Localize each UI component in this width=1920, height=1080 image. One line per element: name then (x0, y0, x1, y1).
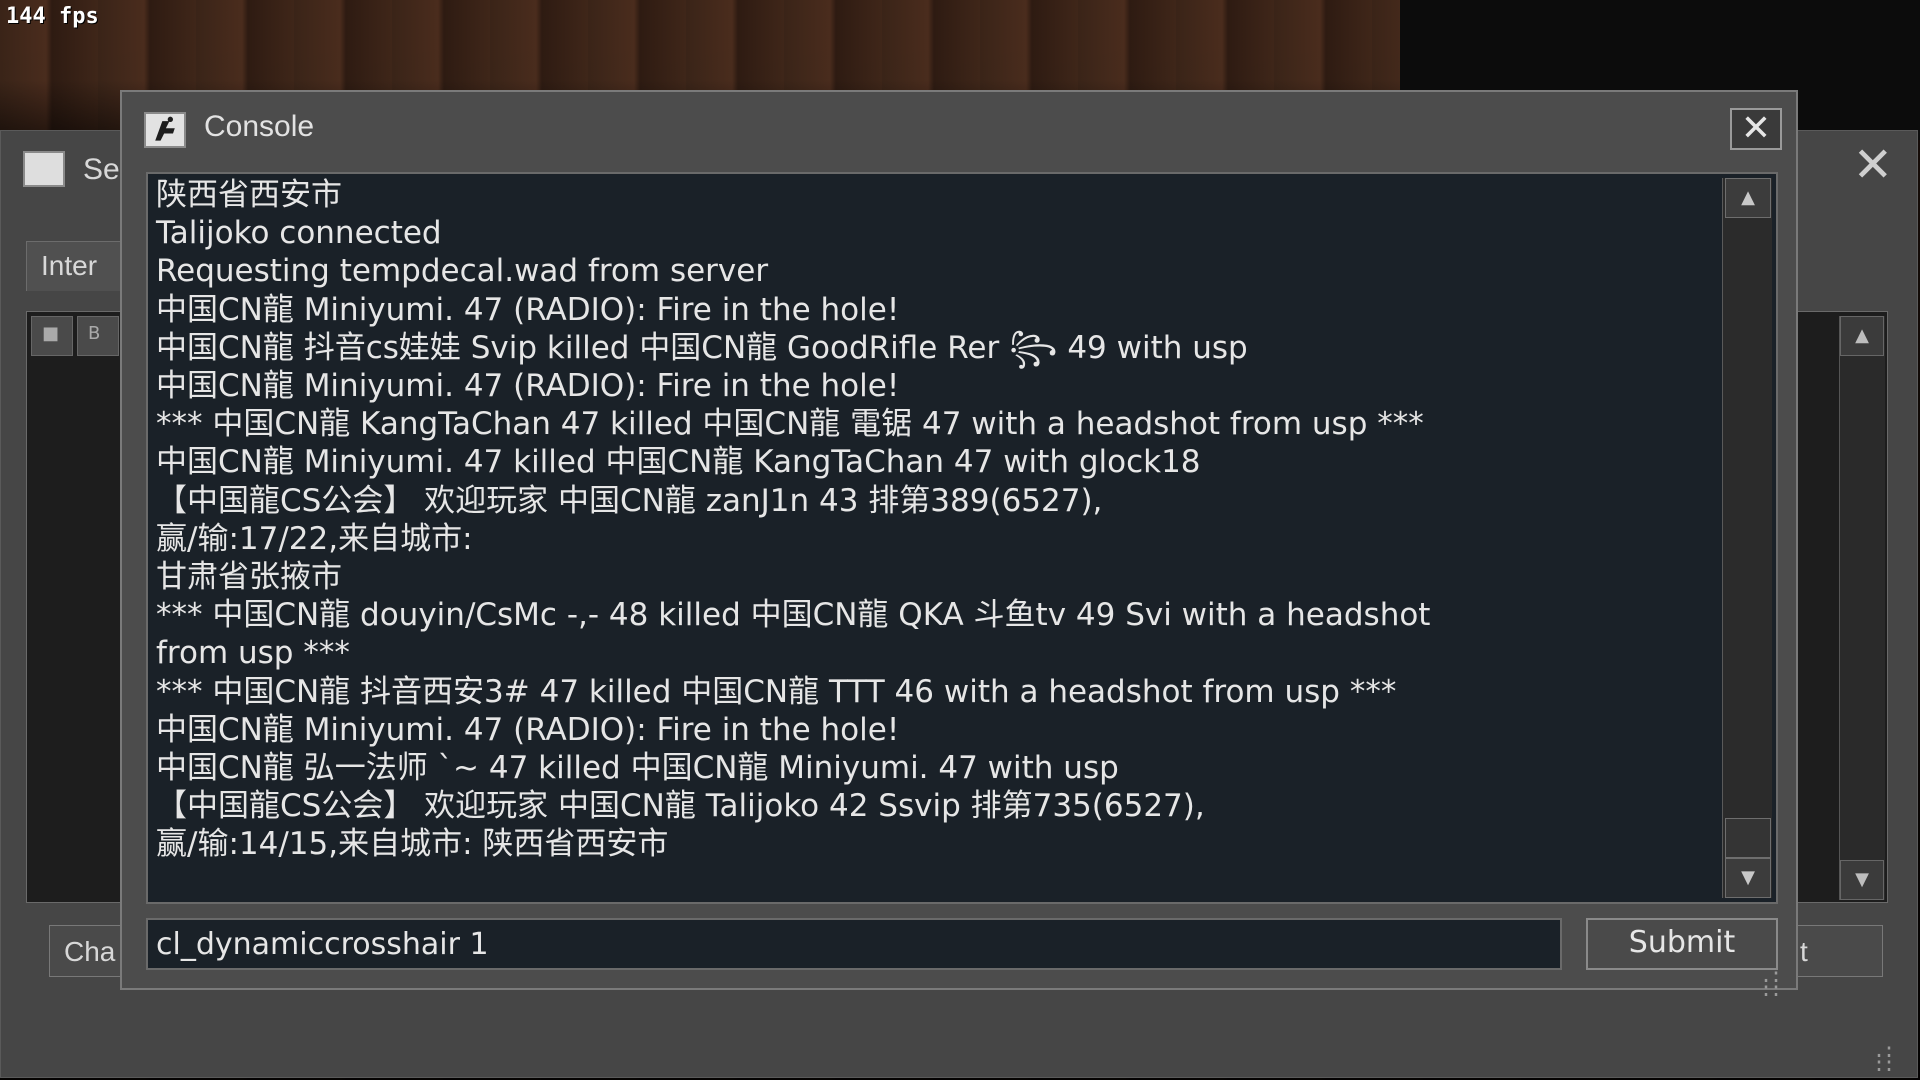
server-list-scrollbar[interactable]: ▲ ▼ (1839, 316, 1885, 900)
console-log-line: 中国CN龍 Miniyumi. 47 killed 中国CN龍 KangTaCh… (156, 444, 1201, 481)
console-log-line: 甘肃省张掖市 (156, 559, 342, 596)
console-title: Console (204, 110, 315, 143)
resize-grip-icon[interactable]: .::: (1760, 965, 1782, 999)
scroll-up-arrow-icon[interactable]: ▲ (1725, 178, 1771, 218)
scroll-down-arrow-icon[interactable]: ▼ (1840, 860, 1884, 900)
counter-strike-logo-icon (23, 151, 65, 187)
console-log-line: 中国CN龍 抖音cs娃娃 Svip killed 中国CN龍 GoodRifle… (156, 329, 1248, 366)
console-log-line: Requesting tempdecal.wad from server (156, 253, 769, 290)
close-icon[interactable]: ✕ (1730, 108, 1782, 150)
bot-column-header[interactable]: B (77, 316, 119, 356)
console-log-line: 中国CN龍 Miniyumi. 47 (RADIO): Fire in the … (156, 711, 900, 748)
lock-icon: ■ (42, 323, 60, 344)
submit-button[interactable]: Submit (1586, 918, 1778, 970)
scroll-up-arrow-icon[interactable]: ▲ (1840, 316, 1884, 356)
console-scrollbar[interactable]: ▲ ▼ (1722, 178, 1772, 898)
console-log-line: *** 中国CN龍 douyin/CsMc -,- 48 killed 中国CN… (156, 597, 1431, 634)
tab-label: Inter (41, 250, 98, 281)
console-log-line: 中国CN龍 Miniyumi. 47 (RADIO): Fire in the … (156, 291, 900, 328)
console-log-line: *** 中国CN龍 KangTaChan 47 killed 中国CN龍 電锯 … (156, 406, 1424, 443)
console-log-lines: 陕西省西安市 Talijoko connected Requesting tempd… (156, 176, 1716, 864)
lock-column-header[interactable]: ■ (31, 316, 73, 356)
counter-strike-logo-icon (144, 112, 186, 148)
console-window: Console ✕ 陕西省西安市 Talijoko connected Reques… (120, 90, 1798, 999)
background-window-title: Se (83, 153, 120, 186)
console-log-line: 中国CN龍 Miniyumi. 47 (RADIO): Fire in the … (156, 368, 900, 405)
resize-grip-icon[interactable]: .::: (1873, 1040, 1895, 1074)
console-log-line: from usp *** (156, 635, 350, 672)
b-column-label: B (88, 323, 101, 344)
scroll-down-arrow-icon[interactable]: ▼ (1725, 858, 1771, 898)
console-log-line: 赢/输:17/22,来自城市: (156, 520, 473, 557)
console-titlebar[interactable]: Console ✕ (122, 92, 1796, 168)
console-log-line: 【中国龍CS公会】 欢迎玩家 中国CN龍 zanJ1n 43 排第389(652… (156, 482, 1103, 519)
console-command-input[interactable] (146, 918, 1562, 970)
fps-counter: 144 fps (6, 4, 99, 29)
connect-label: t (1800, 936, 1808, 967)
console-log-line: 赢/输:14/15,来自城市: 陕西省西安市 (156, 826, 669, 863)
background-close-icon[interactable]: ✕ (1853, 141, 1893, 189)
console-log-line: 中国CN龍 弘一法师 `~ 47 killed 中国CN龍 Miniyumi. … (156, 750, 1119, 787)
console-log-line: *** 中国CN龍 抖音西安3# 47 killed 中国CN龍 TTT 46 … (156, 673, 1397, 710)
change-filters-label: Cha (64, 936, 116, 967)
console-log-line: Talijoko connected (156, 215, 442, 252)
scroll-thumb[interactable] (1725, 818, 1771, 858)
console-log-line: 陕西省西安市 (156, 177, 342, 213)
console-output[interactable]: 陕西省西安市 Talijoko connected Requesting tempd… (146, 172, 1778, 904)
console-log-line: 【中国龍CS公会】 欢迎玩家 中国CN龍 Talijoko 42 Ssvip 排… (156, 788, 1205, 825)
